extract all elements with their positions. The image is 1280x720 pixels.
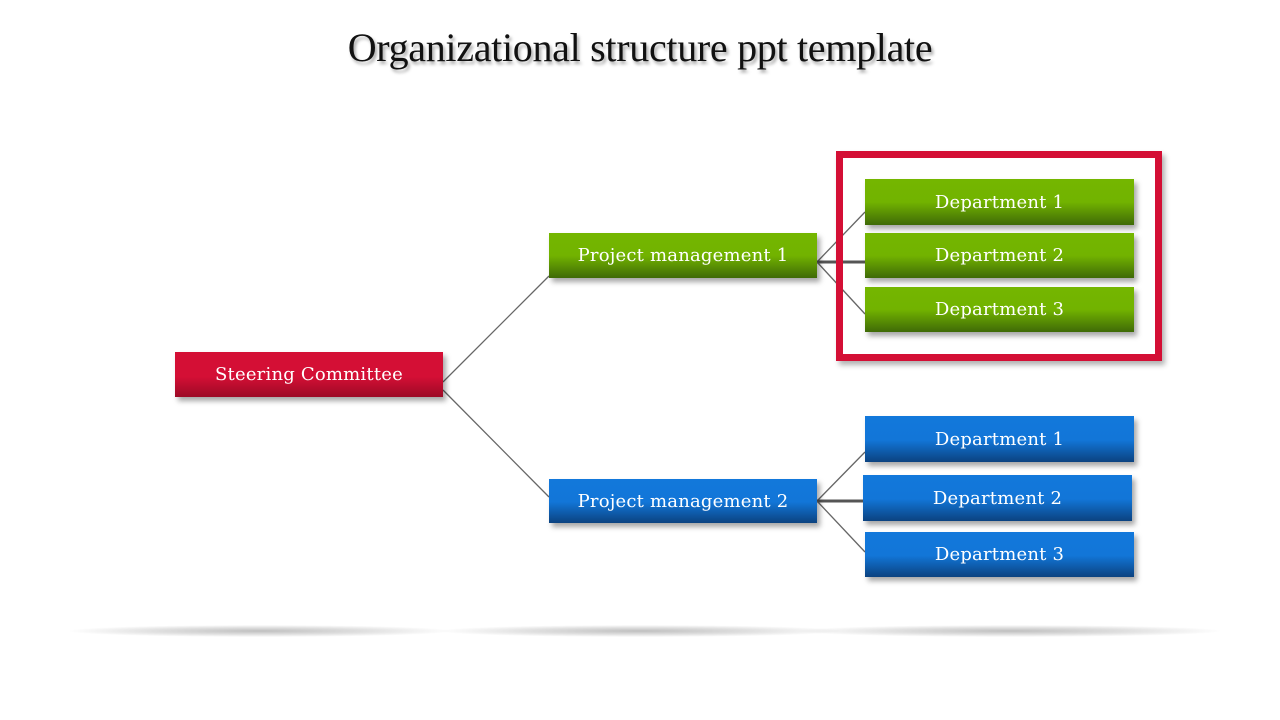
node-steering-committee[interactable]: Steering Committee (175, 352, 443, 397)
connector-pm2-to-dept3 (816, 500, 866, 553)
node-label: Department 2 (934, 245, 1065, 266)
node-pm1-department-3[interactable]: Department 3 (865, 287, 1134, 332)
floor-shadow-left (70, 625, 450, 637)
connector-root-to-pm1 (442, 275, 550, 383)
node-pm2-department-2[interactable]: Department 2 (863, 475, 1132, 521)
node-label: Steering Committee (215, 364, 403, 385)
node-pm1-department-1[interactable]: Department 1 (865, 179, 1134, 225)
node-pm2-department-3[interactable]: Department 3 (865, 532, 1134, 577)
node-label: Department 3 (934, 299, 1065, 320)
node-label: Department 3 (934, 544, 1065, 565)
floor-shadow-center (440, 625, 840, 637)
node-project-management-2[interactable]: Project management 2 (549, 479, 817, 523)
floor-shadow-right (800, 625, 1220, 637)
node-label: Project management 1 (577, 245, 789, 266)
node-label: Department 2 (932, 487, 1063, 509)
connector-root-to-pm2 (442, 389, 550, 498)
node-label: Department 1 (934, 428, 1065, 450)
node-label: Project management 2 (577, 490, 789, 512)
node-project-management-1[interactable]: Project management 1 (549, 233, 817, 278)
node-pm1-department-2[interactable]: Department 2 (865, 233, 1134, 278)
node-label: Department 1 (934, 191, 1065, 213)
connector-pm2-to-dept1 (816, 451, 866, 502)
node-pm2-department-1[interactable]: Department 1 (865, 416, 1134, 462)
